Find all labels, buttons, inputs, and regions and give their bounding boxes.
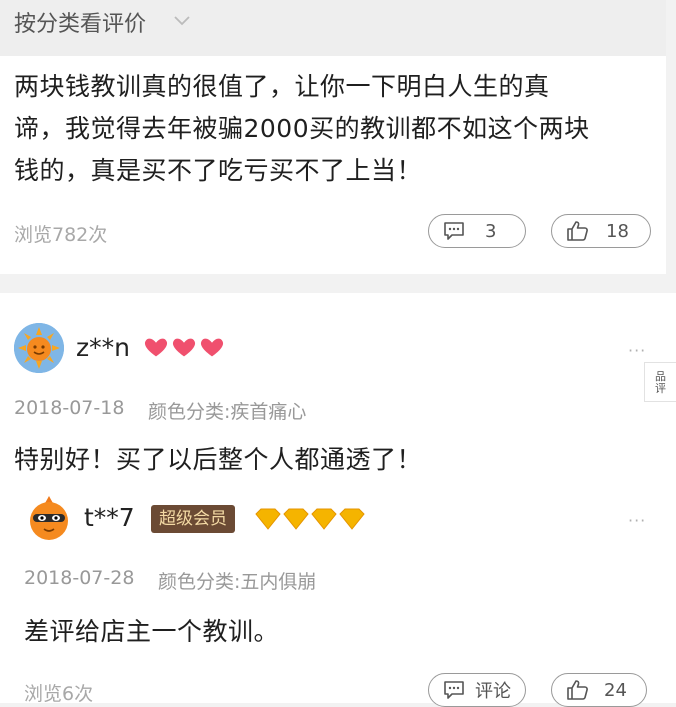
- comment-icon: [444, 222, 464, 240]
- like-count: 18: [606, 220, 629, 242]
- review-variant: 颜色分类:疾首痛心: [148, 401, 307, 423]
- review-card: z**n ··· 2018-07-18 颜色分类:疾首痛心 特别好！买了以后整个…: [0, 293, 676, 474]
- view-count: 浏览782次: [14, 224, 108, 246]
- comment-label: 评论: [475, 681, 511, 702]
- username: z**n: [76, 333, 130, 362]
- chevron-down-icon[interactable]: [172, 10, 192, 30]
- avatar[interactable]: [14, 323, 64, 373]
- comment-icon: [444, 681, 464, 699]
- member-badge: 超级会员: [151, 505, 235, 533]
- review-text: 两块钱教训真的很值了，让你一下明白人生的真 谛，我觉得去年被骗2000买的教训都…: [14, 72, 590, 185]
- avatar[interactable]: [24, 493, 74, 543]
- side-float-label: 品 评: [655, 370, 666, 395]
- review-card: 两块钱教训真的很值了，让你一下明白人生的真 谛，我觉得去年被骗2000买的教训都…: [0, 56, 666, 274]
- like-button[interactable]: 24: [551, 673, 647, 707]
- review-variant: 颜色分类:五内俱崩: [158, 571, 317, 593]
- comment-button[interactable]: 3: [428, 214, 526, 248]
- diamond-level-icon: [255, 508, 365, 530]
- side-float-button[interactable]: 品 评: [644, 362, 676, 402]
- more-icon[interactable]: ···: [628, 341, 646, 360]
- username: t**7: [84, 503, 135, 532]
- review-date: 2018-07-28: [24, 567, 135, 589]
- thumbs-up-icon: [567, 221, 588, 241]
- filter-label[interactable]: 按分类看评价: [14, 6, 146, 38]
- heart-level-icon: [143, 337, 225, 358]
- like-count: 24: [604, 679, 627, 701]
- comment-count: 3: [485, 220, 497, 242]
- sun-avatar-icon: [14, 323, 64, 373]
- review-text: 差评给店主一个教训。: [24, 617, 280, 646]
- like-button[interactable]: 18: [551, 214, 651, 248]
- review-card: t**7 超级会员 ··· 2018-07-28 颜色分类:五内俱崩 差评给店主…: [0, 473, 676, 707]
- comment-button[interactable]: 评论: [428, 673, 526, 707]
- view-count: 浏览6次: [24, 683, 94, 705]
- review-date: 2018-07-18: [14, 397, 125, 419]
- thumbs-up-icon: [567, 680, 588, 700]
- more-icon[interactable]: ···: [628, 511, 646, 530]
- filter-bar[interactable]: 按分类看评价: [0, 0, 666, 56]
- masked-character-avatar-icon: [24, 493, 74, 543]
